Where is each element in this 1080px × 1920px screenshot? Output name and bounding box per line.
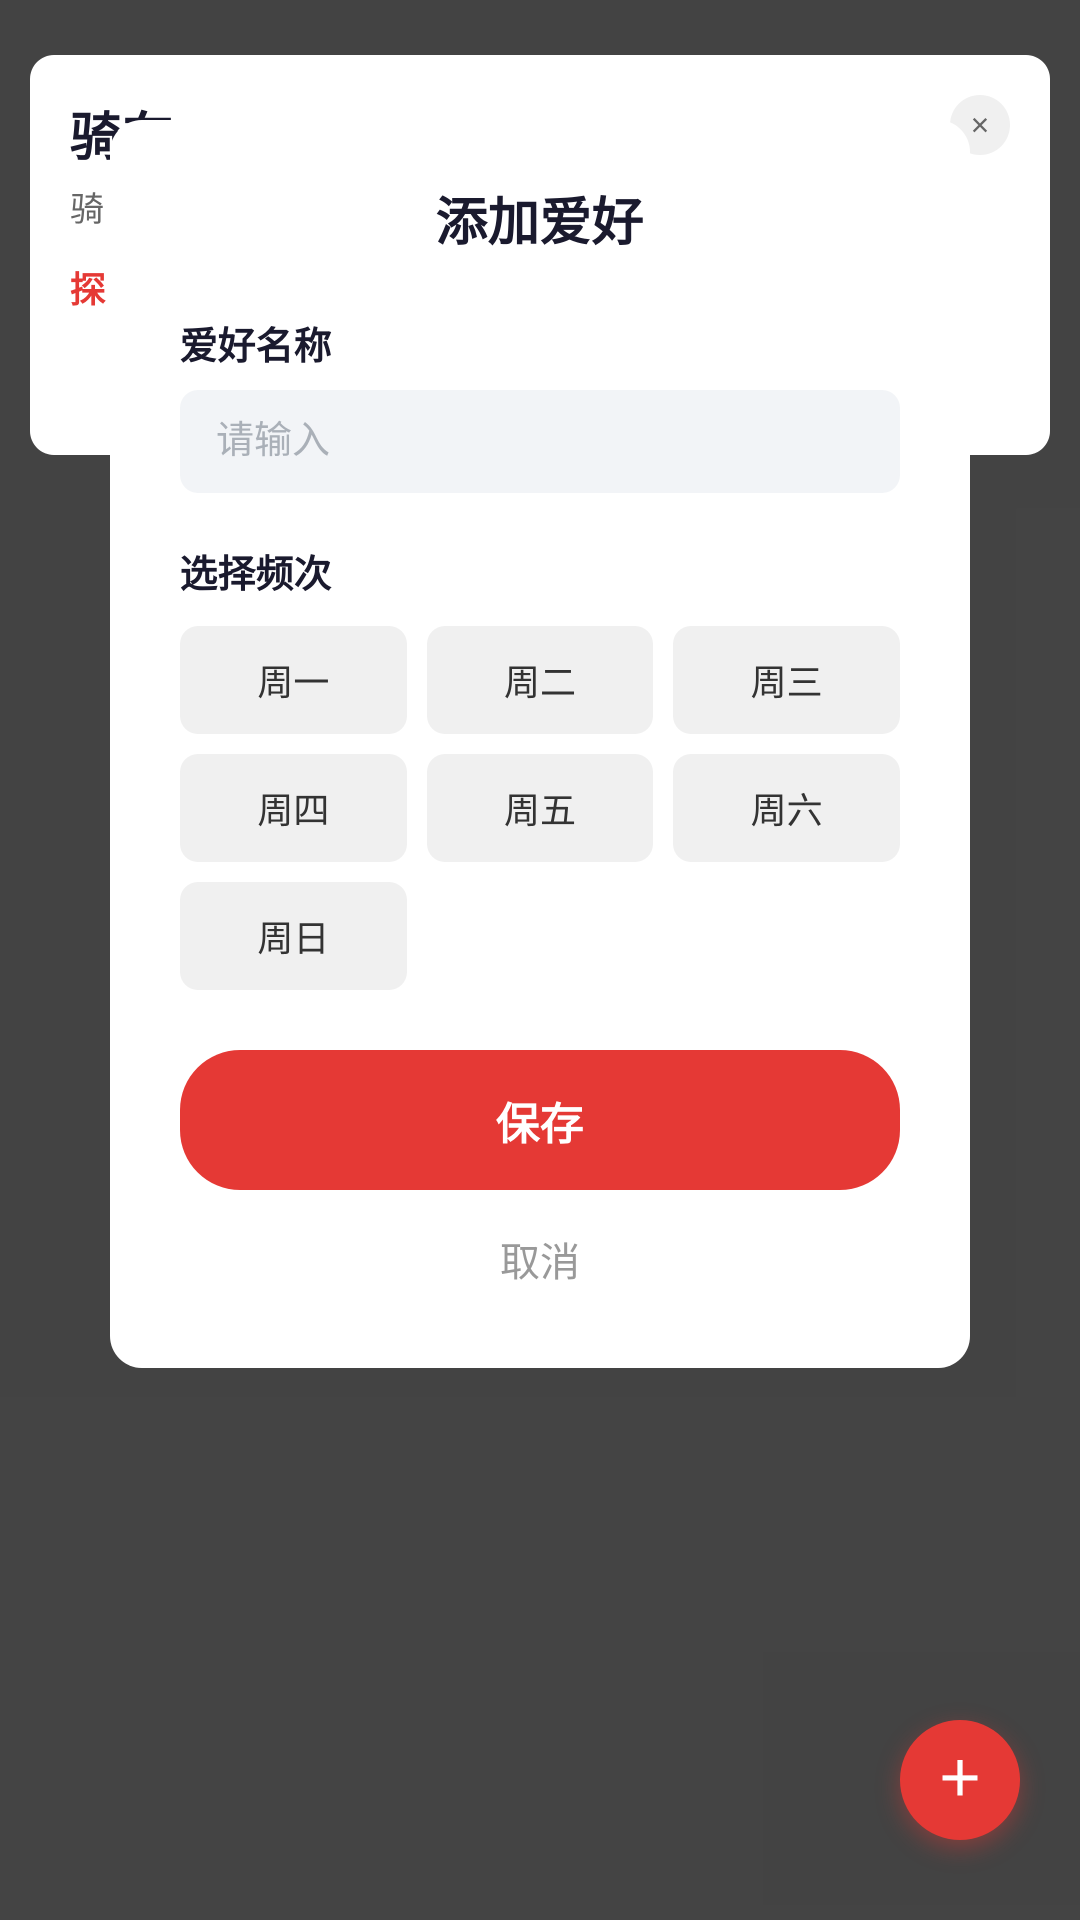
day-grid: 周一 周二 周三 周四 周五 周六 周日 (180, 626, 900, 990)
frequency-section: 选择频次 周一 周二 周三 周四 周五 周六 周日 (180, 543, 900, 990)
modal-overlay: 添加爱好 爱好名称 选择频次 周一 周二 周三 周四 周五 周六 周日 保存 取… (0, 0, 1080, 1920)
hobby-name-input[interactable] (180, 390, 900, 493)
cancel-button[interactable]: 取消 (180, 1220, 900, 1298)
save-button[interactable]: 保存 (180, 1050, 900, 1190)
day-button-sun[interactable]: 周日 (180, 882, 407, 990)
day-button-fri[interactable]: 周五 (427, 754, 654, 862)
frequency-label: 选择频次 (180, 543, 900, 598)
day-button-thu[interactable]: 周四 (180, 754, 407, 862)
modal-title: 添加爱好 (180, 180, 900, 255)
day-button-mon[interactable]: 周一 (180, 626, 407, 734)
day-button-wed[interactable]: 周三 (673, 626, 900, 734)
day-button-tue[interactable]: 周二 (427, 626, 654, 734)
hobby-name-label: 爱好名称 (180, 315, 900, 370)
hobby-name-section: 爱好名称 (180, 315, 900, 493)
day-button-sat[interactable]: 周六 (673, 754, 900, 862)
add-hobby-modal: 添加爱好 爱好名称 选择频次 周一 周二 周三 周四 周五 周六 周日 保存 取… (110, 120, 970, 1368)
